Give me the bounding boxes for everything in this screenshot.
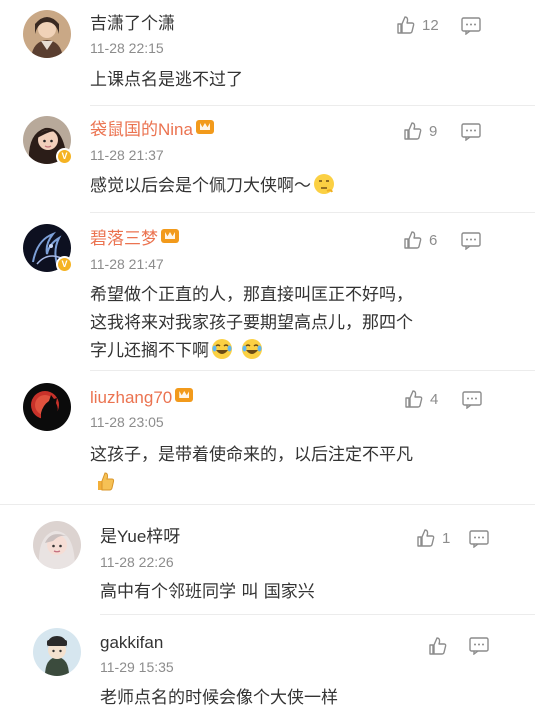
- username[interactable]: 碧落三梦: [90, 229, 179, 249]
- like-count: 12: [422, 16, 439, 34]
- like-count: 6: [429, 231, 438, 249]
- username-text: 袋鼠国的Nina: [90, 120, 193, 139]
- comment-text: 感觉以后会是个佩刀大侠啊～: [90, 172, 335, 200]
- comment-bubble-icon: [461, 232, 481, 250]
- like-count: 1: [442, 529, 451, 547]
- vip-crown-icon: [161, 229, 179, 243]
- divider: [0, 504, 535, 505]
- thumbs-up-emoji-icon: [94, 470, 116, 492]
- comment-text-content: 字儿还搁不下啊: [90, 341, 209, 361]
- username[interactable]: liuzhang70: [90, 388, 194, 408]
- username[interactable]: gakkifan: [100, 633, 163, 653]
- thumbs-up-icon: [429, 637, 447, 655]
- verified-badge: V: [56, 148, 73, 165]
- like-button[interactable]: 9: [403, 121, 437, 141]
- like-button[interactable]: [428, 636, 454, 656]
- reply-button[interactable]: [469, 530, 489, 548]
- comment-bubble-icon: [461, 123, 481, 141]
- comment-text: 上课点名是逃不过了: [90, 70, 243, 90]
- thumbs-up-icon: [397, 16, 415, 34]
- timestamp: 11-29 15:35: [100, 659, 174, 675]
- thumbs-up-icon: [404, 122, 422, 140]
- thumbs-up-icon: [404, 231, 422, 249]
- avatar[interactable]: [33, 628, 81, 676]
- divider: [100, 614, 535, 615]
- comment-text-line: 希望做个正直的人，那直接叫匡正不好吗，: [90, 285, 413, 305]
- comment-text: 高中有个邻班同学 叫 国家兴: [100, 582, 315, 602]
- comment-list: 吉潇了个潇 11-28 22:15 12 上课点名是逃不过了 V 袋鼠国的Nin…: [0, 0, 535, 722]
- username-text: liuzhang70: [90, 388, 173, 407]
- comment-text-line-3: 字儿还搁不下啊: [90, 337, 413, 365]
- divider: [90, 370, 535, 371]
- reply-button[interactable]: [469, 637, 489, 655]
- comment-bubble-icon: [469, 637, 489, 655]
- comment-text: 希望做个正直的人，那直接叫匡正不好吗， 这我将来对我家孩子要期望高点儿，那四个 …: [90, 281, 413, 365]
- divider: [90, 105, 535, 106]
- like-count: 9: [429, 122, 438, 140]
- reply-button[interactable]: [461, 17, 481, 35]
- reply-button[interactable]: [461, 123, 481, 141]
- username-text: 碧落三梦: [90, 229, 158, 248]
- like-button[interactable]: 4: [404, 389, 438, 409]
- comment-bubble-icon: [461, 17, 481, 35]
- like-button[interactable]: 6: [403, 230, 437, 250]
- username[interactable]: 袋鼠国的Nina: [90, 120, 214, 140]
- divider: [90, 212, 535, 213]
- reply-button[interactable]: [461, 232, 481, 250]
- like-button[interactable]: 1: [416, 528, 450, 548]
- verified-badge: V: [56, 256, 73, 273]
- avatar[interactable]: [33, 521, 81, 569]
- timestamp: 11-28 22:26: [100, 554, 174, 570]
- like-count: 4: [430, 390, 439, 408]
- timestamp: 11-28 23:05: [90, 414, 164, 430]
- vip-crown-icon: [175, 388, 194, 402]
- timestamp: 11-28 21:47: [90, 256, 164, 272]
- username[interactable]: 吉潇了个潇: [90, 14, 175, 34]
- comment-bubble-icon: [462, 391, 482, 409]
- comment-text: 这孩子，是带着使命来的，以后注定不平凡: [90, 445, 413, 465]
- vip-crown-icon: [195, 120, 214, 134]
- timestamp: 11-28 22:15: [90, 40, 164, 56]
- username[interactable]: 是Yue梓呀: [100, 527, 180, 547]
- thumbs-up-icon: [405, 390, 423, 408]
- thinking-emoji-icon: [313, 173, 335, 195]
- thumbs-up-icon: [417, 529, 435, 547]
- laugh-cry-emoji-icon: [241, 338, 263, 360]
- laugh-cry-emoji-icon: [211, 338, 233, 360]
- timestamp: 11-28 21:37: [90, 147, 164, 163]
- comment-text: 老师点名的时候会像个大侠一样: [100, 688, 338, 708]
- avatar[interactable]: [23, 10, 71, 58]
- reply-button[interactable]: [462, 391, 482, 409]
- comment-text-line: 这我将来对我家孩子要期望高点儿，那四个: [90, 313, 413, 333]
- comment-bubble-icon: [469, 530, 489, 548]
- avatar[interactable]: [23, 383, 71, 431]
- like-button[interactable]: 12: [396, 15, 439, 35]
- comment-text-content: 感觉以后会是个佩刀大侠啊～: [90, 176, 311, 196]
